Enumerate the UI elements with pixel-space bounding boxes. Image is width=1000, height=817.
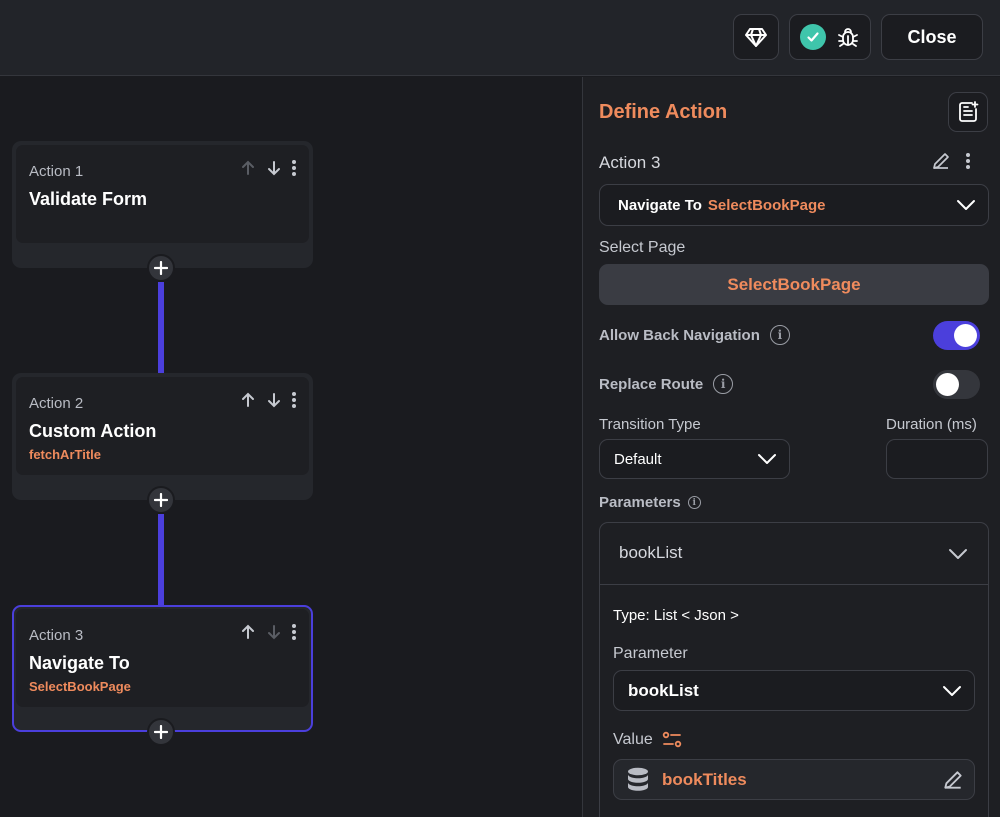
top-bar: Close bbox=[0, 0, 1000, 76]
arrow-down-icon[interactable] bbox=[265, 391, 283, 409]
info-icon[interactable]: i bbox=[769, 325, 790, 345]
chevron-down-icon bbox=[758, 454, 776, 464]
arrow-up-icon[interactable] bbox=[239, 391, 257, 409]
value-field[interactable]: bookTitles bbox=[613, 759, 975, 800]
duration-input[interactable] bbox=[886, 439, 988, 479]
parameters-header: Parameters i bbox=[599, 494, 701, 511]
action-name: Action 3 bbox=[599, 153, 661, 172]
gem-button[interactable] bbox=[733, 14, 779, 60]
replace-route-row: Replace Route i bbox=[599, 374, 734, 394]
database-icon bbox=[628, 767, 648, 791]
pencil-icon[interactable] bbox=[931, 151, 951, 171]
plus-icon bbox=[154, 261, 168, 275]
more-vertical-icon[interactable] bbox=[965, 152, 971, 170]
debug-button[interactable] bbox=[789, 14, 871, 60]
action-card-title: Custom Action bbox=[29, 421, 157, 441]
info-icon[interactable]: i bbox=[687, 496, 701, 509]
value-label: Value bbox=[613, 731, 653, 748]
add-action-button[interactable] bbox=[147, 486, 175, 514]
value-label-row: Value bbox=[613, 731, 682, 749]
more-vertical-icon[interactable] bbox=[291, 159, 297, 177]
allow-back-navigation-row: Allow Back Navigation i bbox=[599, 325, 790, 345]
action-card-title: Navigate To bbox=[29, 653, 130, 673]
arrow-up-icon[interactable] bbox=[239, 159, 257, 177]
allow-back-navigation-label: Allow Back Navigation bbox=[599, 326, 760, 344]
action-card-3[interactable]: Action 3 Navigate To SelectBookPage bbox=[12, 605, 313, 732]
parameter-select-label: Parameter bbox=[613, 645, 688, 662]
close-button[interactable]: Close bbox=[881, 14, 983, 60]
pencil-icon[interactable] bbox=[942, 769, 964, 791]
parameter-header[interactable]: bookList bbox=[600, 523, 988, 585]
parameter-select[interactable]: bookList bbox=[613, 670, 975, 711]
chevron-down-icon bbox=[949, 548, 967, 559]
action-card-subtitle: SelectBookPage bbox=[29, 679, 131, 694]
action-card-1[interactable]: Action 1 Validate Form bbox=[12, 141, 313, 268]
parameter-type: Type: List < Json > bbox=[613, 607, 739, 624]
note-add-icon bbox=[959, 101, 979, 122]
replace-route-label: Replace Route bbox=[599, 375, 704, 393]
plus-icon bbox=[154, 725, 168, 739]
notes-button[interactable] bbox=[948, 92, 988, 132]
action-card-label: Action 2 bbox=[29, 395, 84, 412]
check-icon bbox=[800, 24, 826, 50]
parameter-name: bookList bbox=[619, 543, 683, 562]
action-flow-canvas: Action 1 Validate Form Action 2 Custom A… bbox=[0, 77, 582, 817]
action-type-value: SelectBookPage bbox=[707, 196, 826, 214]
arrow-down-icon[interactable] bbox=[265, 623, 283, 641]
info-icon[interactable]: i bbox=[713, 374, 734, 394]
parameter-select-value: bookList bbox=[628, 680, 699, 700]
flow-connector bbox=[158, 514, 164, 605]
panel-title: Define Action bbox=[599, 101, 728, 123]
transition-type-label: Transition Type bbox=[599, 416, 701, 433]
gem-icon bbox=[745, 28, 767, 47]
action-type-select[interactable]: Navigate To SelectBookPage bbox=[599, 184, 989, 226]
parameters-label: Parameters bbox=[599, 494, 681, 511]
action-type-label: Navigate To bbox=[618, 196, 702, 214]
select-page-button[interactable]: SelectBookPage bbox=[599, 264, 989, 305]
action-card-2[interactable]: Action 2 Custom Action fetchArTitle bbox=[12, 373, 313, 500]
duration-label: Duration (ms) bbox=[886, 416, 977, 433]
replace-route-toggle[interactable] bbox=[933, 370, 980, 399]
action-card-title: Validate Form bbox=[29, 189, 148, 209]
variable-settings-icon[interactable] bbox=[662, 731, 682, 749]
add-action-button[interactable] bbox=[147, 254, 175, 282]
arrow-up-icon[interactable] bbox=[239, 623, 257, 641]
arrow-down-icon[interactable] bbox=[265, 159, 283, 177]
value-text: bookTitles bbox=[662, 769, 747, 789]
action-card-label: Action 1 bbox=[29, 163, 84, 180]
more-vertical-icon[interactable] bbox=[291, 623, 297, 641]
more-vertical-icon[interactable] bbox=[291, 391, 297, 409]
select-page-label: Select Page bbox=[599, 239, 686, 256]
allow-back-navigation-toggle[interactable] bbox=[933, 321, 980, 350]
transition-type-value: Default bbox=[614, 450, 662, 468]
bug-icon bbox=[838, 28, 858, 47]
flow-connector bbox=[158, 282, 164, 373]
chevron-down-icon bbox=[957, 200, 975, 210]
transition-type-select[interactable]: Default bbox=[599, 439, 790, 479]
action-card-subtitle: fetchArTitle bbox=[29, 447, 101, 462]
action-card-label: Action 3 bbox=[29, 627, 84, 644]
plus-icon bbox=[154, 493, 168, 507]
chevron-down-icon bbox=[943, 685, 961, 696]
parameter-panel: bookList Type: List < Json > Parameter b… bbox=[599, 522, 989, 817]
add-action-button[interactable] bbox=[147, 718, 175, 746]
define-action-panel: Define Action Action 3 Navigate To Selec… bbox=[583, 77, 1000, 817]
